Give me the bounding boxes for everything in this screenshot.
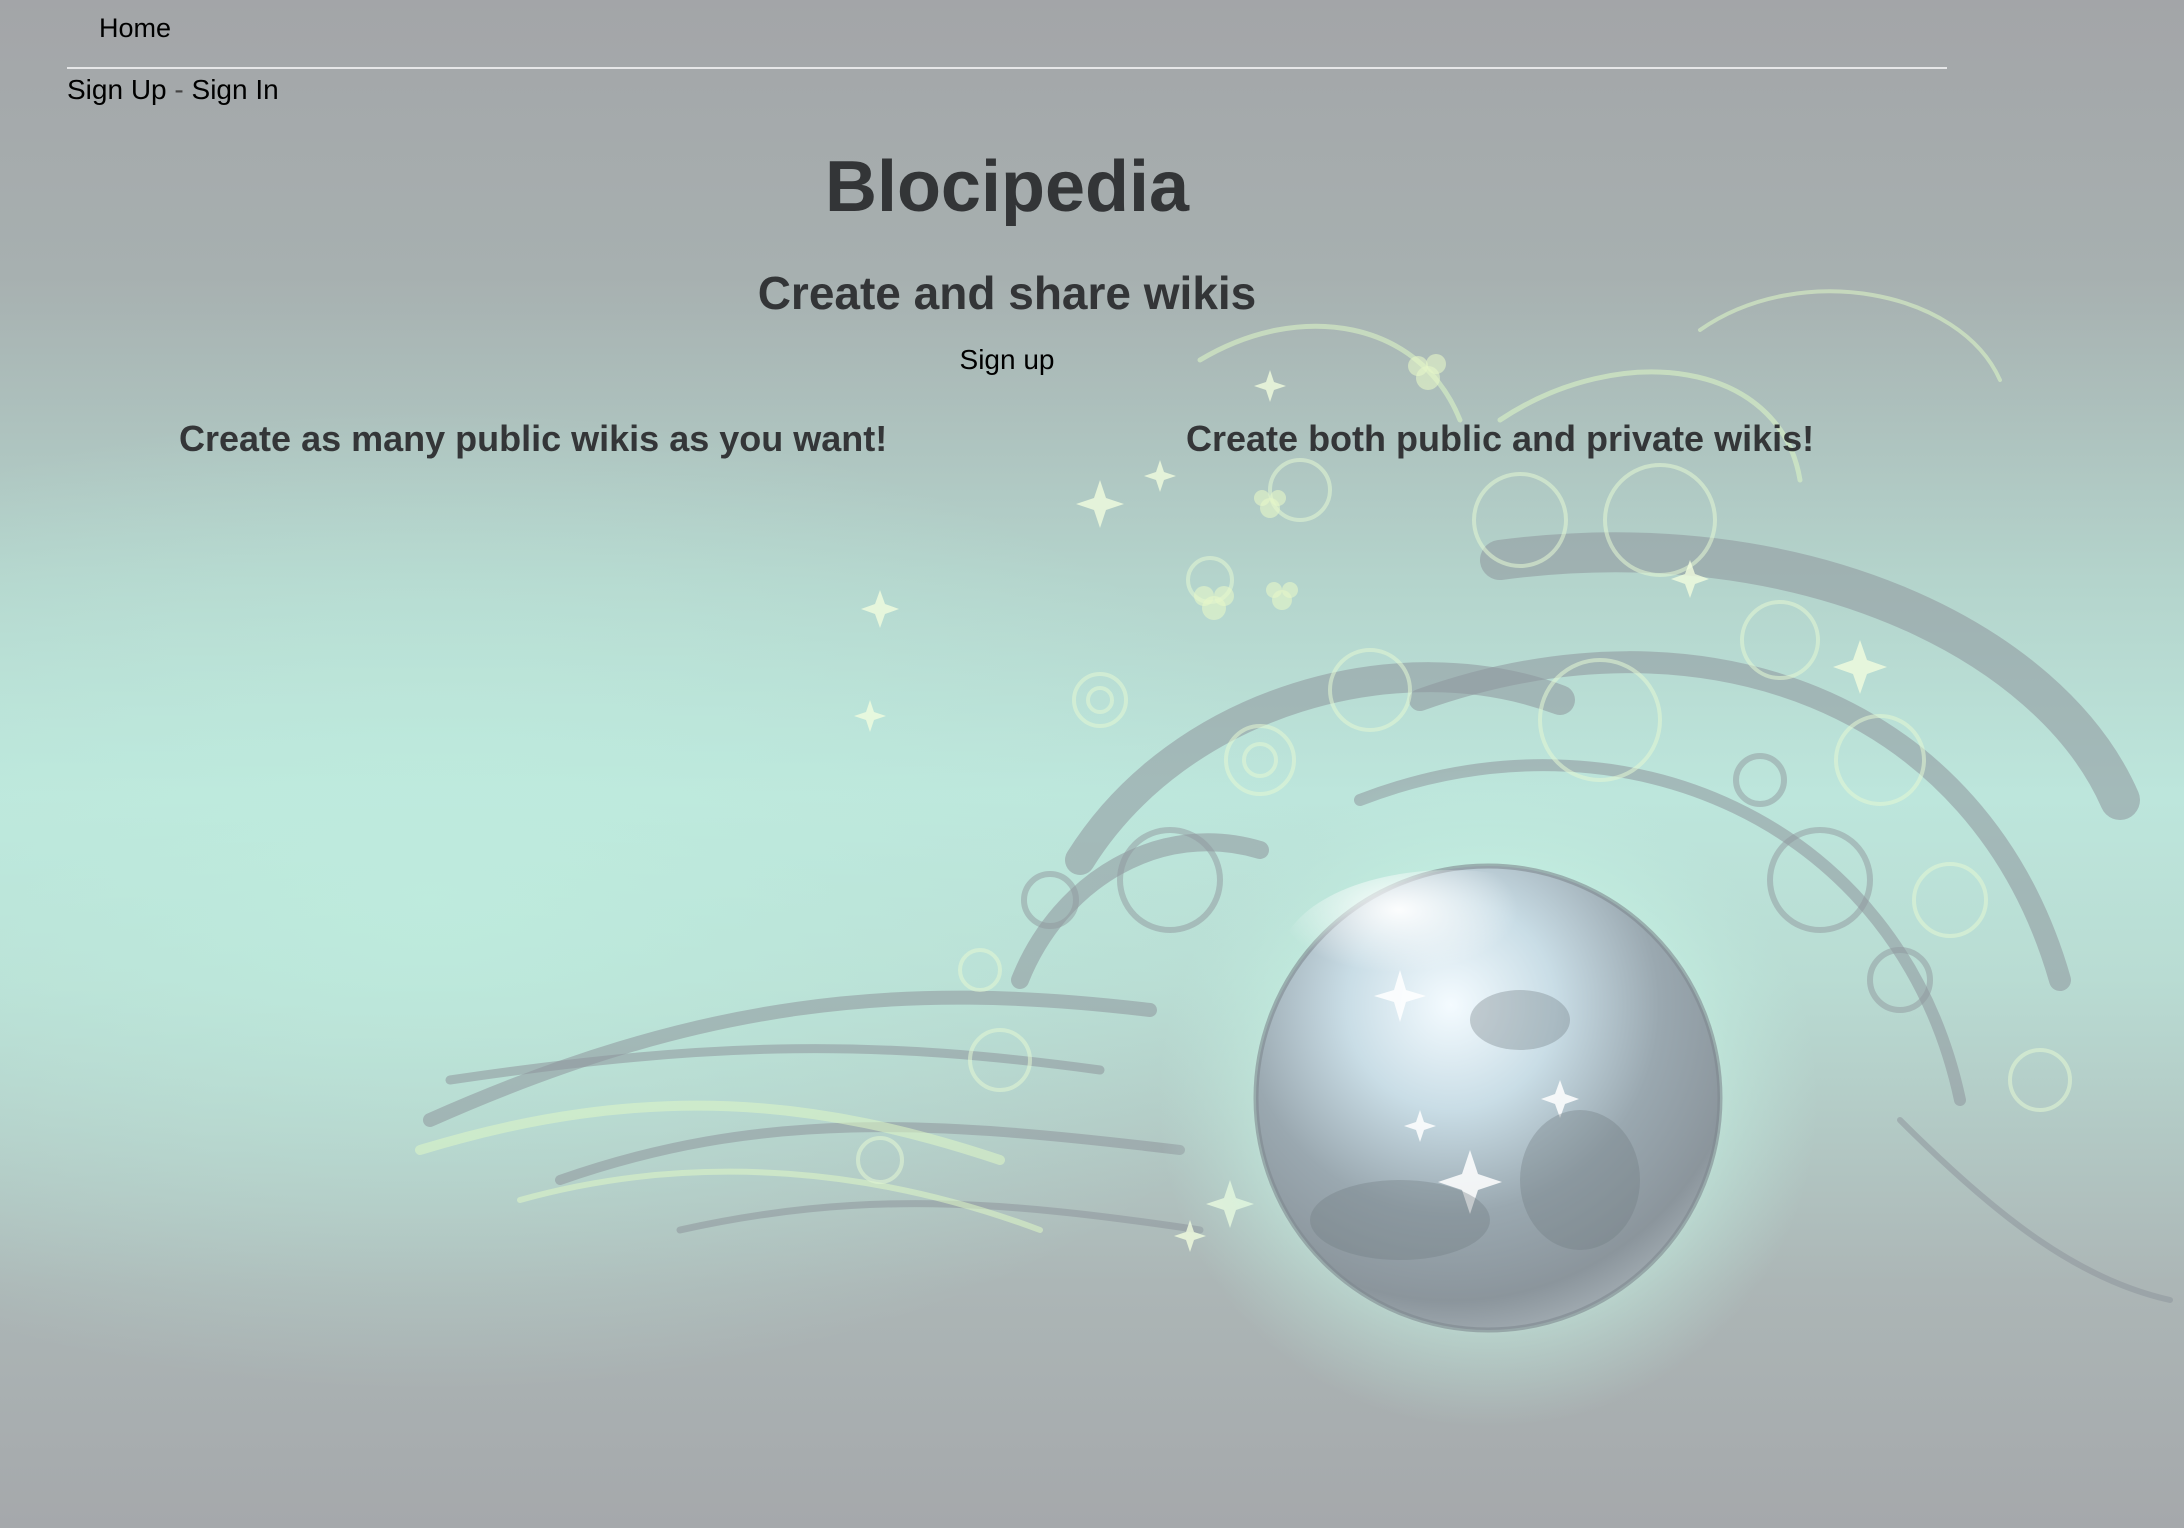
feature-public-private-wikis: Create both public and private wikis! — [1186, 418, 1815, 459]
feature-public-wikis: Create as many public wikis as you want! — [179, 418, 888, 459]
sign-up-link[interactable]: Sign Up — [67, 74, 167, 105]
nav-divider — [67, 67, 1947, 69]
page-content: Home Sign Up - Sign In Blocipedia Create… — [0, 0, 2184, 1528]
tagline: Create and share wikis — [757, 267, 1257, 319]
sign-in-link[interactable]: Sign In — [192, 74, 279, 105]
hero-signup-link[interactable]: Sign up — [0, 344, 2014, 376]
auth-separator: - — [174, 74, 184, 105]
nav-home-link[interactable]: Home — [99, 13, 171, 44]
auth-links: Sign Up - Sign In — [67, 74, 279, 106]
site-title: Blocipedia — [824, 147, 1190, 227]
